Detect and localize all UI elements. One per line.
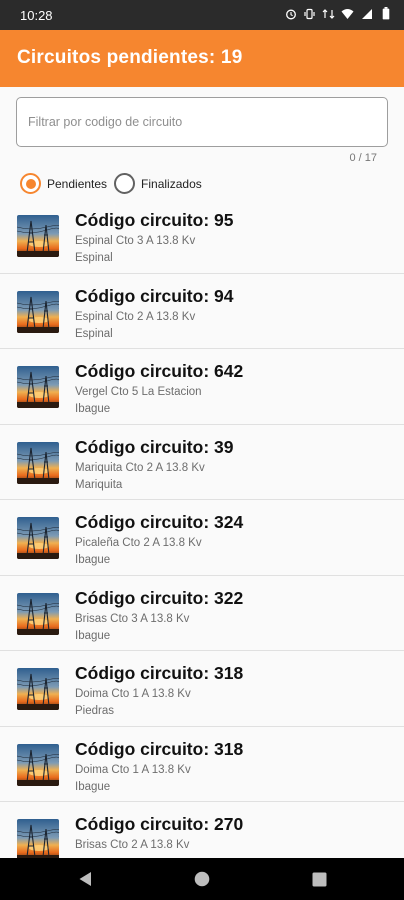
- circuit-description: Doima Cto 1 A 13.8 Kv: [75, 763, 191, 776]
- circuit-description: Vergel Cto 5 La Estacion: [75, 386, 202, 398]
- list-item[interactable]: Código circuito: 94 Espinal Cto 2 A 13.8 …: [0, 273, 404, 349]
- power-tower-thumbnail: [17, 441, 59, 484]
- data-icon: [322, 6, 335, 21]
- power-tower-thumbnail: [17, 215, 59, 257]
- circuit-description: Doima Cto 1 A 13.8 Kv: [75, 688, 191, 700]
- filter-input[interactable]: [17, 98, 387, 146]
- circuit-city: Piedras: [75, 705, 114, 717]
- character-counter: 0 / 17: [349, 152, 377, 164]
- list-item[interactable]: Código circuito: 95 Espinal Cto 3 A 13.8 …: [0, 198, 404, 274]
- circuit-list[interactable]: Código circuito: 95 Espinal Cto 3 A 13.8 …: [0, 198, 404, 858]
- radio-selected-icon[interactable]: [20, 173, 41, 194]
- power-tower-thumbnail: [17, 819, 59, 858]
- status-icons: [284, 6, 392, 21]
- status-bar: 10:28: [0, 0, 404, 30]
- circuit-city: Espinal: [75, 327, 113, 340]
- power-tower-thumbnail: [17, 743, 59, 786]
- circuit-code: Código circuito: 322: [75, 587, 244, 608]
- radio-finalizados[interactable]: Finalizados: [114, 173, 202, 194]
- list-item[interactable]: Código circuito: 324 Picaleña Cto 2 A 13.…: [0, 500, 404, 576]
- circuit-city: Ibague: [75, 554, 111, 566]
- power-tower-thumbnail: [17, 517, 59, 559]
- circuit-code: Código circuito: 39: [75, 436, 234, 457]
- circuit-code: Código circuito: 324: [75, 512, 244, 532]
- list-item[interactable]: Código circuito: 322 Brisas Cto 3 A 13.8 …: [0, 575, 404, 651]
- circuit-code: Código circuito: 94: [75, 285, 234, 306]
- alarm-icon: [284, 6, 297, 21]
- radio-label: Finalizados: [141, 176, 202, 191]
- list-item[interactable]: Código circuito: 642 Vergel Cto 5 La Esta…: [0, 349, 404, 425]
- power-tower-thumbnail: [17, 290, 59, 333]
- list-item[interactable]: Código circuito: 39 Mariquita Cto 2 A 13.…: [0, 424, 404, 500]
- circuit-description: Espinal Cto 2 A 13.8 Kv: [75, 310, 196, 323]
- circuit-description: Brisas Cto 3 A 13.8 Kv: [75, 612, 190, 625]
- radio-label: Pendientes: [47, 176, 108, 191]
- list-item[interactable]: Código circuito: 318 Doima Cto 1 A 13.8 K…: [0, 726, 404, 802]
- signal-icon: [360, 6, 373, 21]
- circuit-code: Código circuito: 270: [75, 814, 244, 834]
- circuit-description: Brisas Cto 2 A 13.8 Kv: [75, 839, 190, 851]
- circuit-description: Espinal Cto 3 A 13.8 Kv: [75, 235, 196, 247]
- radio-unselected-icon[interactable]: [114, 173, 136, 194]
- app-bar: Circuitos pendientes: 19: [0, 30, 404, 87]
- battery-icon: [379, 6, 392, 21]
- power-tower-thumbnail: [17, 592, 59, 635]
- circuit-description: Picaleña Cto 2 A 13.8 Kv: [75, 537, 202, 549]
- vibrate-icon: [303, 6, 316, 21]
- circuit-code: Código circuito: 318: [75, 663, 244, 683]
- circuit-city: Ibague: [75, 780, 111, 793]
- circuit-city: Mariquita: [75, 478, 123, 491]
- circuit-description: Mariquita Cto 2 A 13.8 Kv: [75, 461, 205, 474]
- list-item[interactable]: Código circuito: 318 Doima Cto 1 A 13.8 K…: [0, 651, 404, 727]
- circuit-city: Espinal: [75, 252, 113, 264]
- wifi-icon: [341, 6, 354, 21]
- page-title: Circuitos pendientes: 19: [17, 47, 243, 68]
- radio-pendientes[interactable]: Pendientes: [20, 173, 107, 194]
- list-item[interactable]: Código circuito: 270 Brisas Cto 2 A 13.8 …: [0, 802, 404, 858]
- circuit-code: Código circuito: 318: [75, 738, 244, 759]
- circuit-city: Ibague: [75, 403, 111, 415]
- power-tower-thumbnail: [17, 668, 59, 710]
- power-tower-thumbnail: [17, 366, 59, 408]
- status-radio-group: Pendientes Finalizados: [20, 173, 209, 194]
- navigation-bar: [0, 858, 404, 900]
- circuit-code: Código circuito: 642: [75, 361, 244, 381]
- circuit-code: Código circuito: 95: [75, 210, 234, 230]
- filter-field[interactable]: [16, 97, 388, 147]
- circuit-city: Ibague: [75, 629, 111, 642]
- home-icon[interactable]: [194, 871, 210, 887]
- back-icon[interactable]: [77, 871, 93, 887]
- status-time: 10:28: [20, 8, 53, 23]
- recents-icon[interactable]: [311, 871, 327, 887]
